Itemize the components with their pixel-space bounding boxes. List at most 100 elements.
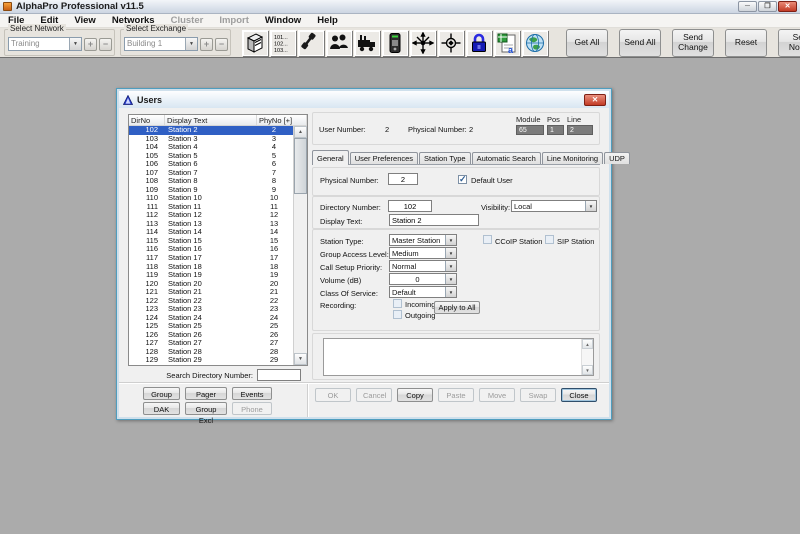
- remove-network-button[interactable]: −: [99, 38, 112, 51]
- physical-number-input[interactable]: [388, 173, 418, 185]
- minimize-icon[interactable]: ─: [738, 1, 757, 12]
- comment-textarea[interactable]: ▲ ▼: [323, 338, 594, 376]
- menu-help[interactable]: Help: [309, 14, 346, 28]
- tab-general[interactable]: General: [312, 150, 349, 165]
- ccoip-station-checkbox[interactable]: [483, 235, 492, 244]
- chevron-down-icon[interactable]: ▼: [445, 261, 456, 271]
- class-of-service-combo[interactable]: Default ▼: [389, 286, 457, 298]
- tab-user-preferences[interactable]: User Preferences: [350, 152, 418, 164]
- report-export-icon[interactable]: a: [494, 30, 520, 56]
- column-header-display-text[interactable]: Display Text: [165, 115, 257, 125]
- phone-handset-icon[interactable]: [298, 30, 324, 56]
- add-network-button[interactable]: +: [84, 38, 97, 51]
- exchange-server-icon[interactable]: [242, 30, 268, 56]
- security-lock-icon[interactable]: [466, 30, 492, 56]
- exchange-combo[interactable]: Building 1 ▼: [124, 37, 198, 51]
- scroll-down-icon[interactable]: ▼: [582, 365, 593, 375]
- chevron-down-icon[interactable]: ▼: [69, 38, 81, 50]
- tab-line-monitoring[interactable]: Line Monitoring: [542, 152, 603, 164]
- chevron-down-icon[interactable]: ▼: [185, 38, 197, 50]
- list-item[interactable]: 120Station 2020: [129, 280, 293, 289]
- chevron-down-icon[interactable]: ▼: [585, 201, 596, 211]
- scroll-down-icon[interactable]: ▼: [294, 353, 307, 365]
- list-item[interactable]: 112Station 1212: [129, 211, 293, 220]
- station-type-combo[interactable]: Master Station ▼: [389, 234, 457, 246]
- tab-udp[interactable]: UDP: [604, 152, 630, 164]
- list-item[interactable]: 111Station 1111: [129, 203, 293, 212]
- list-item[interactable]: 109Station 99: [129, 186, 293, 195]
- list-item[interactable]: 116Station 1616: [129, 245, 293, 254]
- list-item[interactable]: 125Station 2525: [129, 322, 293, 331]
- list-item[interactable]: 126Station 2626: [129, 331, 293, 340]
- recording-incoming-checkbox[interactable]: [393, 299, 402, 308]
- network-distribute-icon[interactable]: [410, 30, 436, 56]
- group-button[interactable]: Group: [143, 387, 180, 400]
- directory-number-input[interactable]: [388, 200, 432, 212]
- maximize-icon[interactable]: ❐: [758, 1, 777, 12]
- chevron-down-icon[interactable]: ▼: [445, 235, 456, 245]
- list-item[interactable]: 107Station 77: [129, 169, 293, 178]
- crosshair-target-icon[interactable]: [438, 30, 464, 56]
- set-node-button[interactable]: Set Node: [778, 29, 800, 57]
- list-item[interactable]: 108Station 88: [129, 177, 293, 186]
- menu-window[interactable]: Window: [257, 14, 309, 28]
- copy-button[interactable]: Copy: [397, 388, 433, 402]
- list-scrollbar[interactable]: ▲ ▼: [293, 126, 307, 365]
- send-change-button[interactable]: Send Change: [672, 29, 714, 57]
- list-item[interactable]: 124Station 2424: [129, 314, 293, 323]
- group-access-level-combo[interactable]: Medium ▼: [389, 247, 457, 259]
- scroll-up-icon[interactable]: ▲: [582, 339, 593, 349]
- list-item[interactable]: 122Station 2222: [129, 297, 293, 306]
- list-item[interactable]: 110Station 1010: [129, 194, 293, 203]
- list-item[interactable]: 115Station 1515: [129, 237, 293, 246]
- list-item[interactable]: 123Station 2323: [129, 305, 293, 314]
- dialog-close-icon[interactable]: ✕: [584, 94, 606, 106]
- apply-to-all-button[interactable]: Apply to All: [434, 301, 480, 314]
- close-button[interactable]: Close: [561, 388, 597, 402]
- truck-icon[interactable]: [354, 30, 380, 56]
- default-user-checkbox[interactable]: [458, 175, 467, 184]
- list-item[interactable]: 128Station 2828: [129, 348, 293, 357]
- display-text-input[interactable]: [389, 214, 479, 226]
- column-header-dirno[interactable]: DirNo: [129, 115, 165, 125]
- scroll-up-icon[interactable]: ▲: [294, 126, 307, 138]
- list-item[interactable]: 114Station 1414: [129, 228, 293, 237]
- directory-numbers-icon[interactable]: 101...102...103...: [270, 30, 296, 56]
- recording-outgoing-checkbox[interactable]: [393, 310, 402, 319]
- close-icon[interactable]: ✕: [778, 1, 797, 12]
- list-item[interactable]: 113Station 1313: [129, 220, 293, 229]
- list-item[interactable]: 119Station 1919: [129, 271, 293, 280]
- column-header-phyno[interactable]: PhyNo [+]: [257, 115, 307, 125]
- menu-view[interactable]: View: [66, 14, 103, 28]
- add-exchange-button[interactable]: +: [200, 38, 213, 51]
- visibility-combo[interactable]: Local ▼: [511, 200, 597, 212]
- list-item[interactable]: 105Station 55: [129, 152, 293, 161]
- chevron-down-icon[interactable]: ▼: [445, 274, 456, 284]
- list-item[interactable]: 121Station 2121: [129, 288, 293, 297]
- group-excl-button[interactable]: Group Excl: [185, 402, 227, 415]
- get-all-button[interactable]: Get All: [566, 29, 608, 57]
- tab-station-type[interactable]: Station Type: [419, 152, 471, 164]
- list-item[interactable]: 102Station 22: [129, 126, 293, 135]
- events-button[interactable]: Events: [232, 387, 272, 400]
- send-all-button[interactable]: Send All: [619, 29, 661, 57]
- network-combo[interactable]: Training ▼: [8, 37, 82, 51]
- globe-icon[interactable]: [522, 30, 548, 56]
- pager-button[interactable]: Pager: [185, 387, 227, 400]
- list-item[interactable]: 117Station 1717: [129, 254, 293, 263]
- remove-exchange-button[interactable]: −: [215, 38, 228, 51]
- tab-automatic-search[interactable]: Automatic Search: [472, 152, 541, 164]
- chevron-down-icon[interactable]: ▼: [445, 287, 456, 297]
- users-group-icon[interactable]: [326, 30, 352, 56]
- list-item[interactable]: 104Station 44: [129, 143, 293, 152]
- volume-combo[interactable]: 0 ▼: [389, 273, 457, 285]
- reset-button[interactable]: Reset: [725, 29, 767, 57]
- list-item[interactable]: 129Station 2929: [129, 356, 293, 365]
- door-station-icon[interactable]: [382, 30, 408, 56]
- list-item[interactable]: 127Station 2727: [129, 339, 293, 348]
- scrollbar-thumb[interactable]: [294, 138, 307, 194]
- dak-button[interactable]: DAK: [143, 402, 180, 415]
- list-item[interactable]: 106Station 66: [129, 160, 293, 169]
- list-item[interactable]: 118Station 1818: [129, 263, 293, 272]
- sip-station-checkbox[interactable]: [545, 235, 554, 244]
